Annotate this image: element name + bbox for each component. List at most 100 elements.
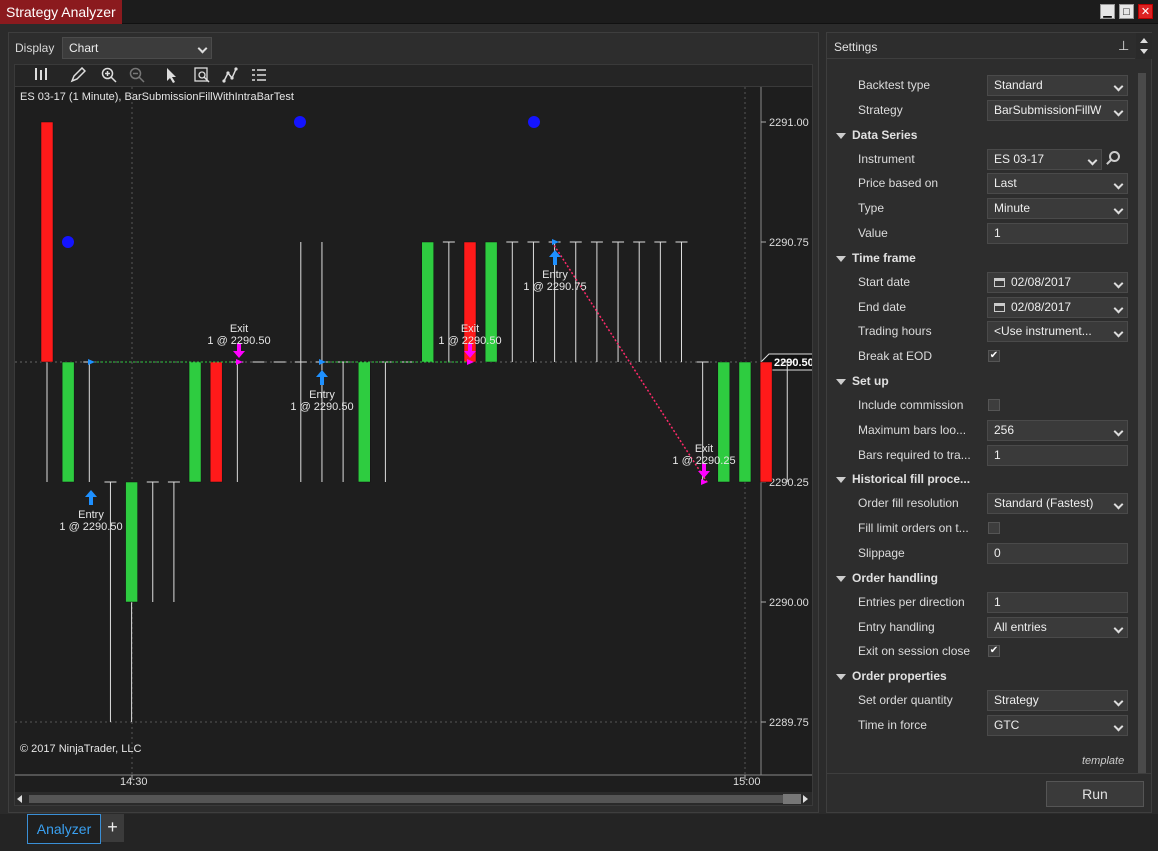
property-select[interactable]: Standard [987,75,1128,96]
indicator-dot [62,236,74,248]
property-date[interactable]: 02/08/2017 [987,271,1128,293]
collapse-icon[interactable] [836,477,846,484]
category-historical-fill-proce-[interactable]: Historical fill proce... [827,467,1127,491]
property-text[interactable]: 1 [987,223,1128,244]
chevron-down-icon[interactable] [1113,623,1124,634]
property-select[interactable]: GTC [987,715,1128,736]
property-row: Bars required to tra... 1 [827,443,1128,468]
entry-label: Entry [78,509,104,521]
entry-label: Entry [542,269,568,281]
collapse-icon[interactable] [836,674,846,681]
tab-analyzer[interactable]: Analyzer [27,814,101,844]
settings-scrollbar[interactable] [1138,73,1146,773]
property-label: Exit on session close [858,644,971,659]
category-label: Order handling [852,570,939,585]
candle-body [125,481,138,603]
category-order-properties[interactable]: Order properties [827,664,1127,688]
scroll-up-icon[interactable] [1140,38,1148,43]
close-button[interactable]: ✕ [1138,4,1153,19]
price-tick-label: 2289.75 [769,717,809,729]
property-select[interactable]: Last [987,173,1128,195]
chevron-down-icon[interactable] [1113,106,1124,117]
property-checkbox[interactable]: ✔ [988,645,1000,658]
collapse-icon[interactable] [836,575,846,582]
property-row: Break at EOD ✔ [827,344,1127,369]
chevron-down-icon[interactable] [1113,179,1124,190]
exit-price-label: 1 @ 2290.25 [672,455,735,467]
property-text[interactable]: 1 [987,591,1128,613]
property-value: Last [994,176,1017,191]
property-label: Entries per direction [858,594,965,609]
property-row: Price based on Last [827,171,1128,196]
scroll-thumb[interactable] [783,794,801,804]
property-label: Entry handling [858,619,935,634]
chevron-down-icon[interactable] [1113,327,1124,338]
property-instrument[interactable]: ES 03-17 [987,148,1102,170]
template-link[interactable]: template [1082,755,1124,767]
category-label: Set up [852,374,889,388]
exit-label: Exit [695,443,713,455]
price-chart[interactable]: 2291.00 2290.75 2290.25 2290.00 2289.75 2290.… [15,65,812,805]
chevron-down-icon[interactable] [1113,696,1124,707]
property-label: Price based on [858,176,939,191]
property-select[interactable]: Strategy [987,690,1128,712]
property-select[interactable]: Standard (Fastest) [987,493,1128,515]
chevron-down-icon[interactable] [1087,155,1098,166]
display-select[interactable]: Chart [62,37,212,59]
chart-panel[interactable]: ES 03-17 (1 Minute), BarSubmissionFillWi… [14,64,813,806]
settings-scroll-buttons[interactable] [1136,33,1152,59]
property-select[interactable]: 256 [987,419,1128,441]
chevron-down-icon[interactable] [1113,204,1124,215]
property-row: Time in force GTC [827,713,1128,738]
chevron-down-icon[interactable] [1113,499,1124,510]
candle-body [61,361,75,483]
property-select[interactable]: <Use instrument... [987,321,1128,343]
chevron-down-icon[interactable] [1113,426,1124,437]
property-row: Backtest type Standard [827,73,1128,98]
property-checkbox[interactable] [988,522,1000,535]
property-checkbox[interactable]: ✔ [988,350,1000,363]
collapse-icon[interactable] [836,132,846,139]
price-tick-label: 2290.00 [769,597,809,609]
minimize-button[interactable]: ▁ [1100,4,1115,19]
property-checkbox[interactable] [988,399,1000,411]
property-row: Start date 02/08/2017 [827,270,1128,295]
property-row: Include commission [827,393,1127,418]
add-tab-button[interactable]: + [101,814,124,842]
property-select[interactable]: BarSubmissionFillW [987,99,1128,121]
collapse-icon[interactable] [836,379,846,385]
candle-body [209,361,223,483]
pin-icon[interactable]: ⊥ [1118,38,1129,54]
category-data-series[interactable]: Data Series [827,123,1127,147]
collapse-icon[interactable] [836,255,846,262]
chevron-down-icon[interactable] [1113,303,1124,314]
exit-fill-icon [236,359,243,365]
property-row: Maximum bars loo... 256 [827,418,1128,443]
scroll-track[interactable] [29,795,783,803]
property-select[interactable]: All entries [987,616,1128,638]
settings-panel: Settings ⊥ Backtest type Standard Strategy… [826,32,1152,813]
category-time-frame[interactable]: Time frame [827,246,1127,270]
property-date[interactable]: 02/08/2017 [987,296,1128,318]
horizontal-scrollbar[interactable] [15,792,812,805]
chevron-down-icon[interactable] [1113,721,1124,732]
property-text[interactable]: 0 [987,543,1128,564]
scroll-right-icon[interactable] [803,795,808,803]
category-set-up[interactable]: Set up [827,369,1127,393]
category-order-handling[interactable]: Order handling [827,566,1127,590]
maximize-button[interactable]: □ [1119,4,1134,19]
scroll-down-icon[interactable] [1140,49,1148,54]
scroll-left-icon[interactable] [17,795,22,803]
property-text[interactable]: 1 [987,444,1128,466]
property-select[interactable]: Minute [987,198,1128,220]
category-label: Historical fill proce... [852,472,971,487]
candle-body [421,241,434,363]
property-label: Maximum bars loo... [858,422,967,437]
chevron-down-icon[interactable] [1113,81,1124,92]
property-value: 02/08/2017 [1011,274,1072,289]
property-value: 256 [994,422,1015,437]
chevron-down-icon[interactable] [1113,278,1124,289]
run-button[interactable]: Run [1046,781,1144,807]
bottom-tab-bar: Analyzer + [0,814,1158,851]
entry-label: Entry [309,389,335,401]
